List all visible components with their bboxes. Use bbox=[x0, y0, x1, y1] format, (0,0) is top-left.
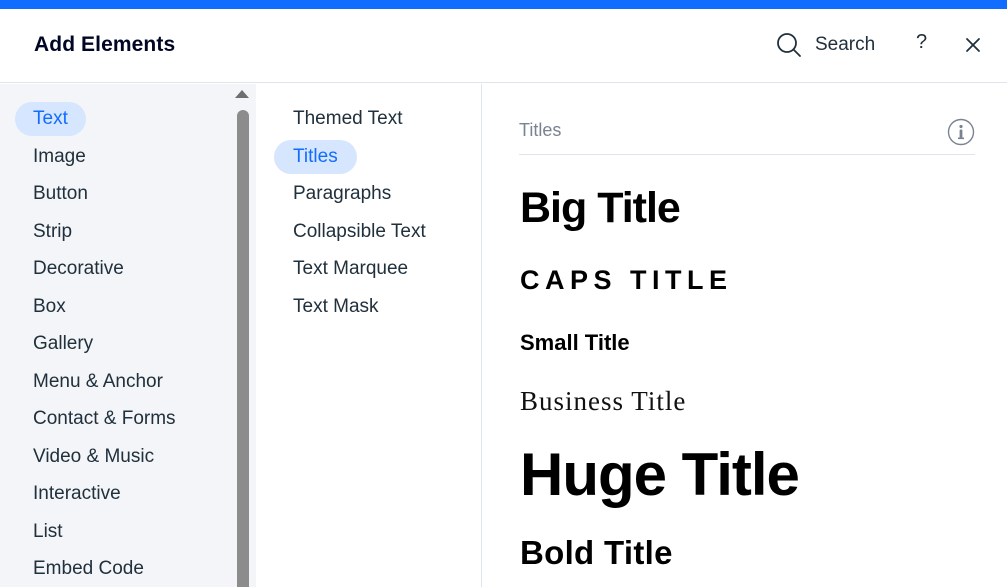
preset-business-title[interactable]: Business Title bbox=[520, 386, 686, 417]
top-accent-bar bbox=[0, 0, 1007, 9]
subcategory-item-text-marquee[interactable]: Text Marquee bbox=[274, 252, 427, 286]
category-item-strip[interactable]: Strip bbox=[15, 215, 90, 249]
preset-small-title[interactable]: Small Title bbox=[520, 330, 630, 356]
category-item-interactive[interactable]: Interactive bbox=[15, 477, 139, 511]
preset-caps-title[interactable]: CAPS TITLE bbox=[520, 265, 733, 296]
search-label: Search bbox=[815, 34, 876, 55]
category-item-image[interactable]: Image bbox=[15, 140, 104, 174]
preset-bold-title[interactable]: Bold Title bbox=[520, 534, 673, 572]
close-button[interactable] bbox=[964, 36, 982, 59]
section-divider bbox=[519, 154, 975, 155]
category-item-button[interactable]: Button bbox=[15, 177, 106, 211]
category-item-menu-anchor[interactable]: Menu & Anchor bbox=[15, 365, 181, 399]
subcategory-list: Themed Text Titles Paragraphs Collapsibl… bbox=[256, 84, 482, 587]
preset-huge-title[interactable]: Huge Title bbox=[520, 440, 800, 509]
info-icon bbox=[947, 118, 975, 150]
subcategory-item-collapsible-text[interactable]: Collapsible Text bbox=[274, 215, 445, 249]
category-item-contact-forms[interactable]: Contact & Forms bbox=[15, 402, 194, 436]
help-button[interactable]: ? bbox=[916, 31, 927, 54]
scroll-up-arrow-icon[interactable] bbox=[235, 90, 249, 98]
panel-header: Add Elements Search ? bbox=[0, 9, 1007, 83]
search-button[interactable]: Search bbox=[776, 31, 875, 59]
category-item-list[interactable]: List bbox=[15, 515, 81, 549]
scrollbar-thumb[interactable] bbox=[237, 110, 249, 587]
subcategory-item-text-mask[interactable]: Text Mask bbox=[274, 290, 398, 324]
info-button[interactable] bbox=[947, 118, 975, 151]
subcategory-item-themed-text[interactable]: Themed Text bbox=[274, 102, 421, 136]
category-item-decorative[interactable]: Decorative bbox=[15, 252, 142, 286]
category-item-text[interactable]: Text bbox=[15, 102, 86, 136]
category-sidebar: Text Image Button Strip Decorative Box G… bbox=[0, 84, 256, 587]
search-icon bbox=[776, 32, 802, 58]
category-item-box[interactable]: Box bbox=[15, 290, 84, 324]
category-item-gallery[interactable]: Gallery bbox=[15, 327, 111, 361]
close-icon bbox=[964, 38, 982, 58]
category-item-embed-code[interactable]: Embed Code bbox=[15, 552, 162, 586]
category-item-video-music[interactable]: Video & Music bbox=[15, 440, 172, 474]
section-title: Titles bbox=[519, 120, 562, 140]
presets-panel: Titles Big Title CAPS TITLE Small Title … bbox=[483, 84, 1007, 587]
subcategory-item-titles[interactable]: Titles bbox=[274, 140, 357, 174]
subcategory-item-paragraphs[interactable]: Paragraphs bbox=[274, 177, 410, 211]
panel-title: Add Elements bbox=[34, 33, 176, 56]
preset-big-title[interactable]: Big Title bbox=[520, 184, 681, 233]
